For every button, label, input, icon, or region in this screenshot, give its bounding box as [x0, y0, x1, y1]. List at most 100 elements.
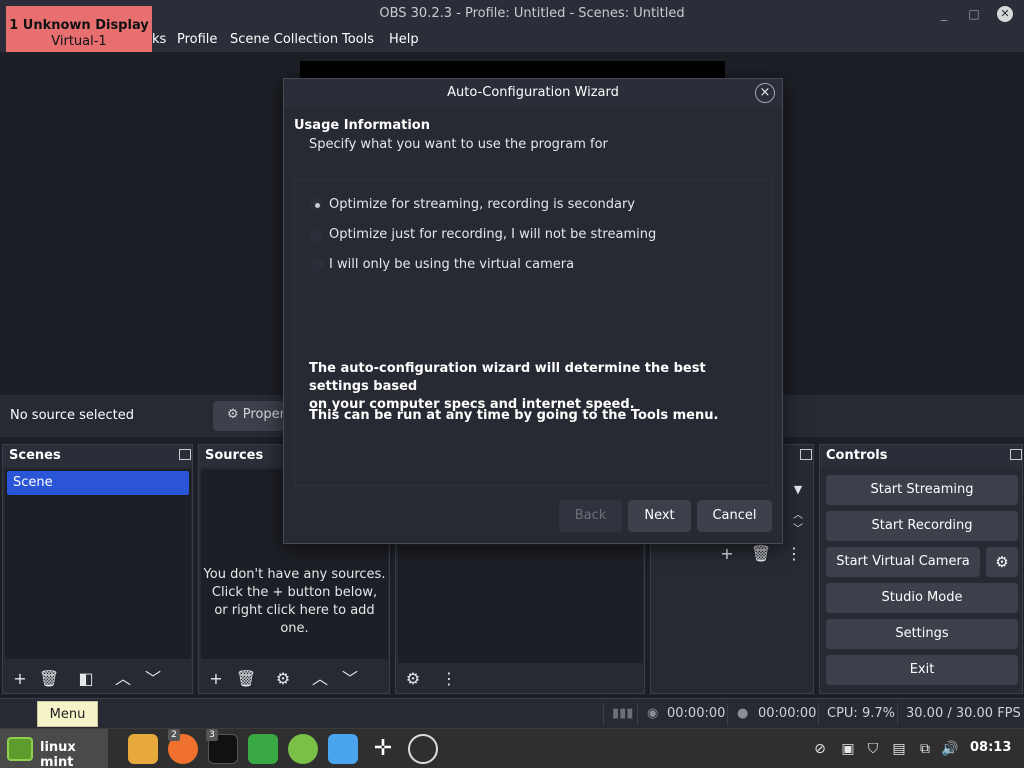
usage-information-subheading: Specify what you want to use the program…: [309, 137, 608, 152]
remove-source-button[interactable]: 🗑: [233, 667, 259, 691]
sources-empty-line: You don't have any sources.: [203, 567, 386, 582]
studio-mode-button[interactable]: Studio Mode: [826, 583, 1018, 613]
menu-tools[interactable]: Tools: [342, 32, 374, 47]
web-app-icon[interactable]: [288, 734, 318, 764]
start-streaming-button[interactable]: Start Streaming: [826, 475, 1018, 505]
text-editor-icon[interactable]: [328, 734, 358, 764]
float-dock-icon[interactable]: [800, 449, 812, 460]
audio-mixer-toolbar: ⚙ ⋮: [398, 665, 643, 695]
record-status-icon: ●: [737, 706, 749, 721]
controls-title: Controls: [826, 448, 888, 463]
update-manager-icon[interactable]: [248, 734, 278, 764]
next-button[interactable]: Next: [628, 500, 691, 532]
status-separator: [637, 703, 638, 725]
move-scene-down-button[interactable]: ﹀: [140, 667, 166, 691]
scene-item[interactable]: Scene: [7, 471, 189, 495]
menubar: ks Profile Scene Collection Tools Help: [0, 28, 1024, 52]
duration-up-icon[interactable]: ︿: [787, 509, 809, 523]
audio-mixer-area: [398, 545, 643, 663]
maximize-button[interactable]: □: [966, 6, 982, 22]
shield-icon[interactable]: ⛉: [864, 740, 882, 758]
scenes-dock: Scenes Scene + 🗑 ◧ ︿ ﹀: [2, 444, 193, 694]
menu-scene-collection[interactable]: Scene Collection: [230, 32, 338, 47]
start-menu-label: linux mint: [40, 740, 76, 768]
properties-button[interactable]: ⚙ Proper: [213, 401, 293, 431]
gear-icon: ⚙: [227, 407, 239, 422]
remove-transition-button[interactable]: 🗑: [748, 542, 774, 566]
obs-icon[interactable]: [408, 734, 438, 764]
status-separator: [897, 703, 898, 725]
move-source-up-button[interactable]: ︿: [307, 667, 333, 691]
window-title: OBS 30.2.3 - Profile: Untitled - Scenes:…: [379, 6, 685, 21]
radio-streaming-label[interactable]: Optimize for streaming, recording is sec…: [329, 197, 635, 212]
radio-recording-label[interactable]: Optimize just for recording, I will not …: [329, 227, 656, 242]
cpu-usage: CPU: 9.7%: [827, 706, 895, 721]
blocked-icon[interactable]: ⊘: [811, 740, 829, 758]
dialog-close-icon[interactable]: ×: [755, 83, 775, 103]
clock[interactable]: 08:13: [970, 740, 1011, 755]
sources-empty-line: or right click here to add one.: [214, 603, 375, 636]
menu-profile[interactable]: Profile: [177, 32, 217, 47]
display-badge-title: 1 Unknown Display: [9, 18, 149, 33]
linux-mint-logo-icon: [7, 737, 33, 761]
transition-menu-icon[interactable]: ⋮: [781, 542, 807, 566]
menu-tooltip: Menu: [37, 701, 98, 727]
back-button[interactable]: Back: [559, 500, 622, 532]
no-source-label: No source selected: [10, 408, 134, 423]
start-menu-button[interactable]: linux mint: [0, 729, 108, 768]
record-time: 00:00:00: [758, 706, 817, 721]
radio-streaming[interactable]: [311, 199, 323, 211]
minimize-button[interactable]: _: [936, 6, 952, 22]
firefox-window-count: 2: [168, 729, 180, 741]
advanced-audio-icon[interactable]: ⚙: [400, 667, 426, 691]
notes-icon[interactable]: ▤: [890, 740, 908, 758]
source-properties-button[interactable]: ⚙: [270, 667, 296, 691]
cancel-button[interactable]: Cancel: [697, 500, 772, 532]
add-source-button[interactable]: +: [203, 667, 229, 691]
radio-recording[interactable]: [311, 229, 323, 241]
auto-config-wizard-dialog: Auto-Configuration Wizard × Usage Inform…: [283, 78, 783, 544]
fps-display: 30.00 / 30.00 FPS: [906, 706, 1021, 721]
transition-dropdown-icon[interactable]: ▼: [787, 478, 809, 502]
remove-scene-button[interactable]: 🗑: [36, 667, 62, 691]
files-icon[interactable]: [128, 734, 158, 764]
usage-information-heading: Usage Information: [294, 118, 430, 133]
move-scene-up-button[interactable]: ︿: [110, 667, 136, 691]
add-scene-button[interactable]: +: [7, 667, 33, 691]
screenshot-icon[interactable]: ✛: [368, 734, 398, 764]
radio-virtual-camera-label[interactable]: I will only be using the virtual camera: [329, 257, 574, 272]
scenes-list[interactable]: Scene: [5, 469, 191, 659]
sources-title: Sources: [205, 448, 264, 463]
display-badge-name: Virtual-1: [51, 34, 107, 49]
start-virtual-camera-button[interactable]: Start Virtual Camera: [826, 547, 980, 577]
move-source-down-button[interactable]: ﹀: [337, 667, 363, 691]
radio-virtual-camera[interactable]: [311, 259, 323, 271]
sources-toolbar: + 🗑 ⚙ ︿ ﹀: [201, 665, 388, 695]
duration-down-icon[interactable]: ﹀: [787, 523, 809, 537]
float-dock-icon[interactable]: [1010, 449, 1022, 460]
float-dock-icon[interactable]: [179, 449, 191, 460]
options-panel: [294, 180, 773, 486]
stream-time: 00:00:00: [667, 706, 726, 721]
scene-filters-button[interactable]: ◧: [73, 667, 99, 691]
start-recording-button[interactable]: Start Recording: [826, 511, 1018, 541]
volume-icon[interactable]: 🔊: [941, 740, 959, 758]
close-window-button[interactable]: ✕: [997, 6, 1013, 22]
clipboard-icon[interactable]: ▣: [839, 740, 857, 758]
network-icon[interactable]: ⧉: [916, 740, 934, 758]
menu-help[interactable]: Help: [389, 32, 419, 47]
exit-button[interactable]: Exit: [826, 655, 1018, 685]
scenes-toolbar: + 🗑 ◧ ︿ ﹀: [5, 665, 191, 695]
settings-button[interactable]: Settings: [826, 619, 1018, 649]
wizard-tools-note: This can be run at any time by going to …: [309, 408, 719, 423]
dialog-title: Auto-Configuration Wizard: [447, 85, 619, 100]
status-bar: ▮▮▮ ◉ 00:00:00 ● 00:00:00 CPU: 9.7% 30.0…: [0, 698, 1024, 728]
mixer-menu-icon[interactable]: ⋮: [436, 667, 462, 691]
dialog-titlebar: Auto-Configuration Wizard ×: [284, 79, 782, 107]
virtual-camera-settings-icon[interactable]: ⚙: [986, 547, 1018, 577]
menu-docks[interactable]: ks: [152, 32, 166, 47]
scene-item-label: Scene: [13, 475, 53, 490]
terminal-window-count: 3: [206, 729, 218, 741]
add-transition-button[interactable]: +: [714, 542, 740, 566]
status-separator: [603, 703, 604, 725]
